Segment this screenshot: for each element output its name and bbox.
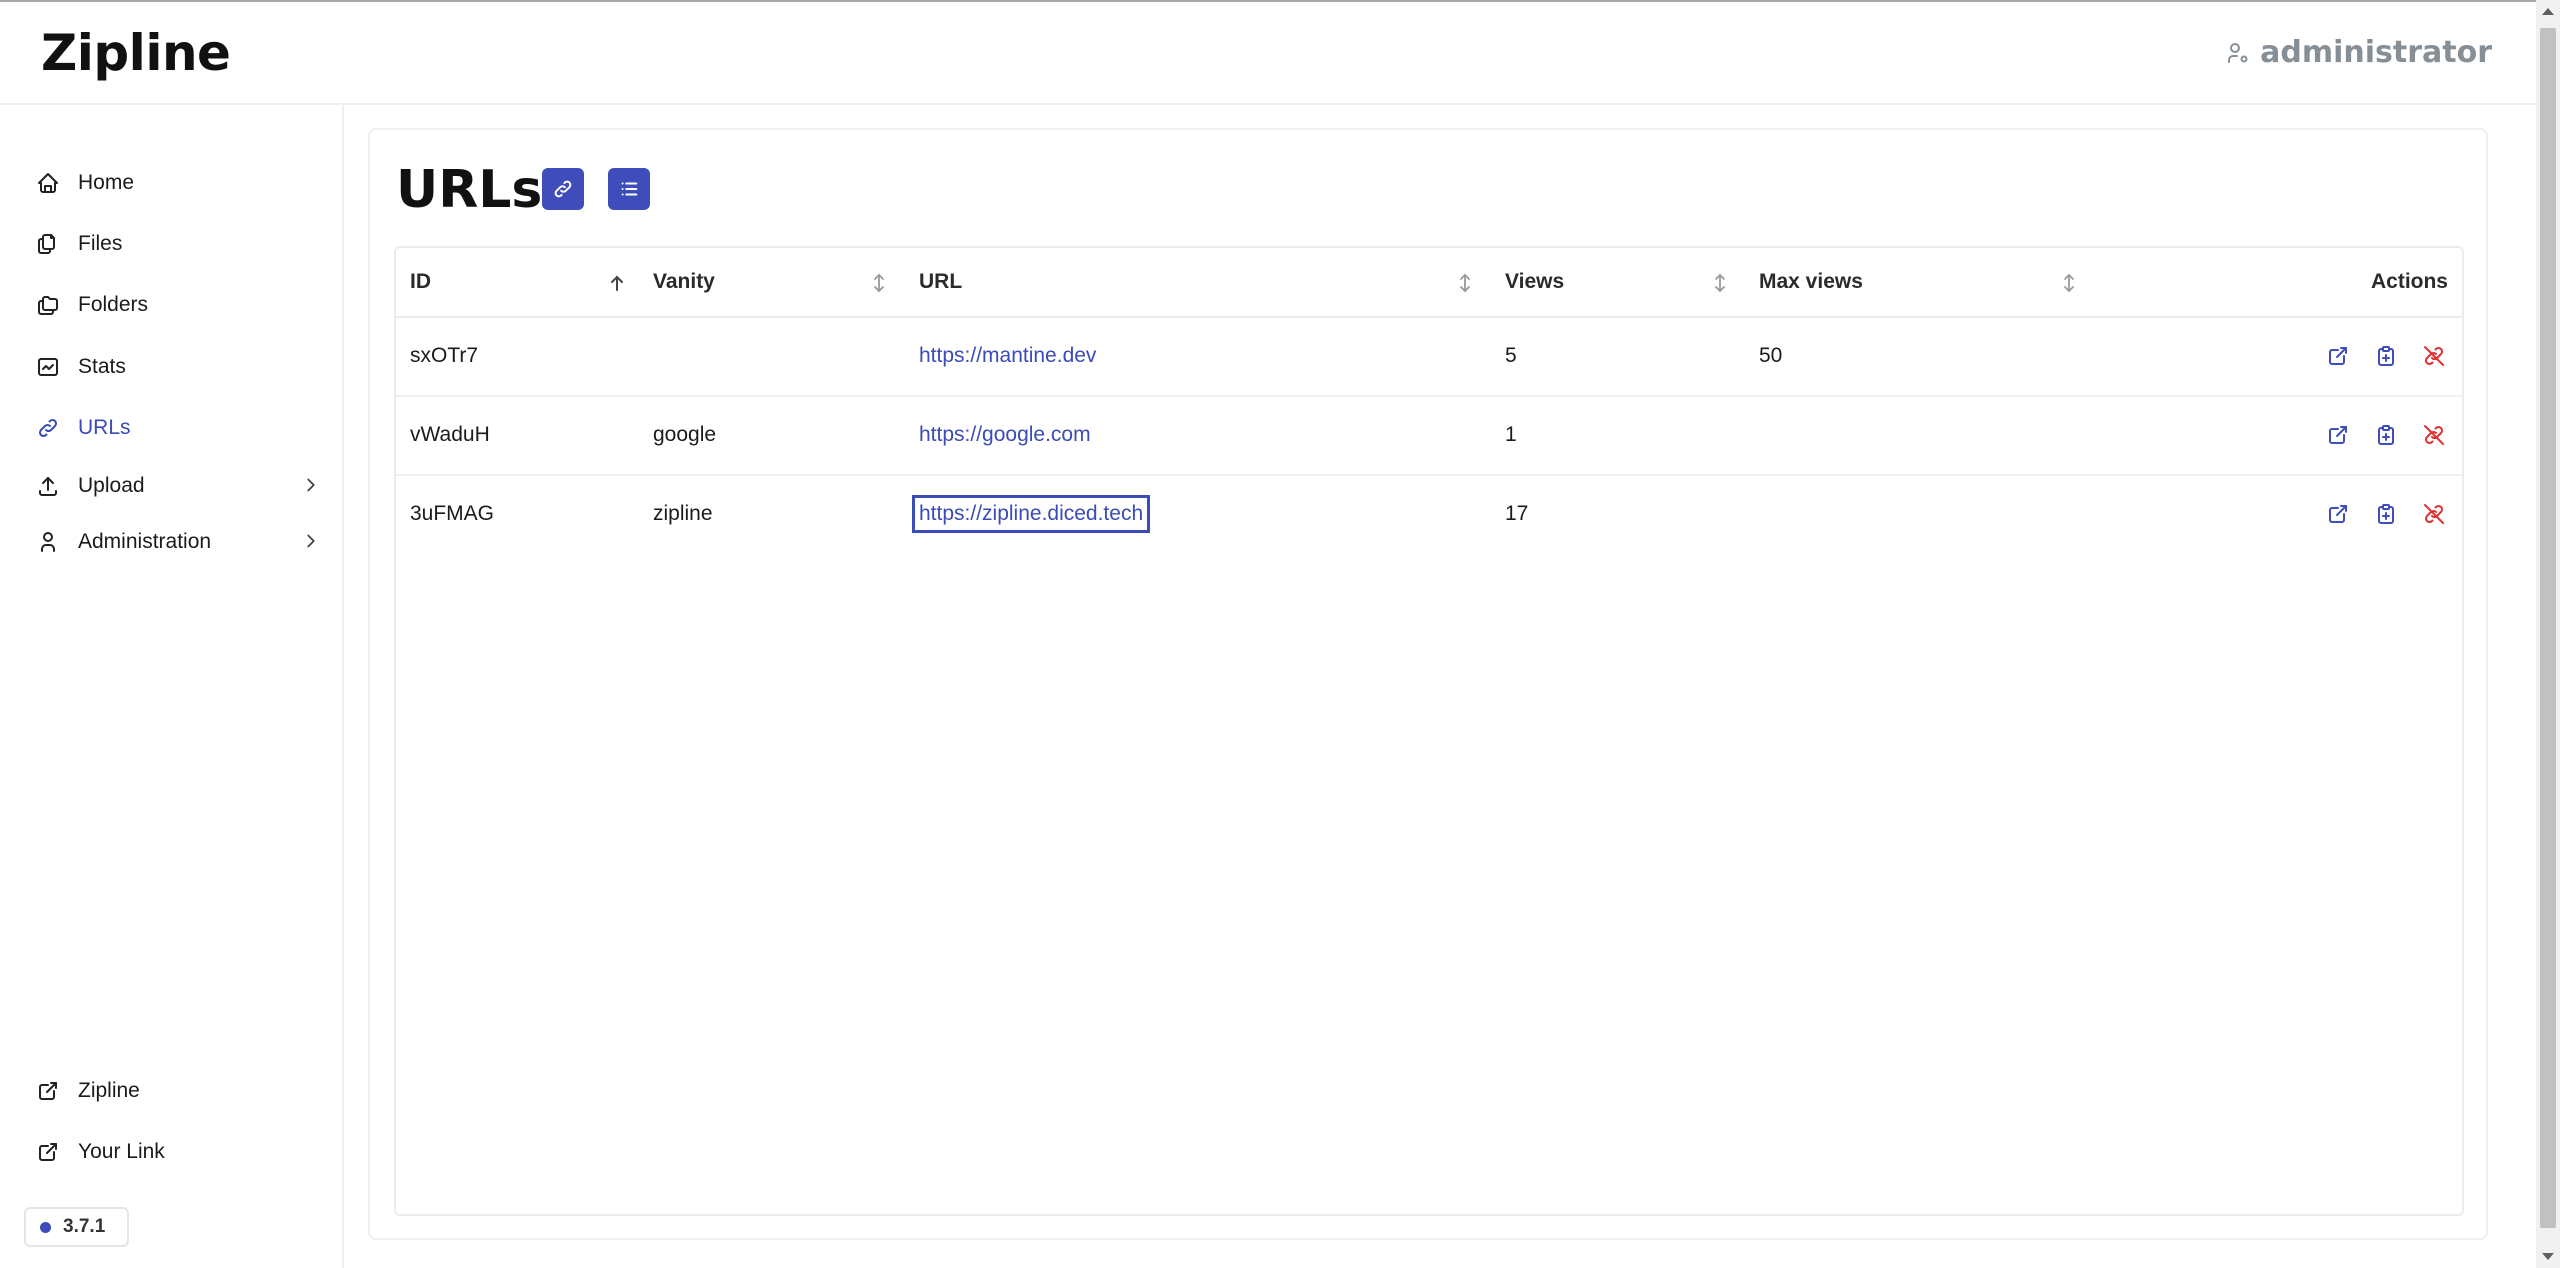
table-row: vWaduH google https://google.com 1 [396,397,2462,476]
sidebar-item-upload[interactable]: Upload [24,458,330,514]
cell-id: sxOTr7 [410,344,479,367]
sidebar-item-label: URLs [78,416,131,439]
list-icon [621,182,638,196]
external-link-icon [39,1143,57,1161]
copy-icon[interactable] [2374,344,2398,368]
arrow-up-icon[interactable] [608,272,626,294]
external-link-icon [39,1082,57,1100]
sort-icon[interactable] [870,272,888,294]
sidebar-item-label: Files [78,232,123,255]
cell-views: 17 [1505,502,1529,525]
sidebar-link-label: Your Link [78,1140,165,1163]
open-external-icon[interactable] [2326,423,2350,447]
version-text: 3.7.1 [63,1216,106,1237]
sidebar-link-zipline[interactable]: Zipline [24,1063,330,1119]
sidebar-item-files[interactable]: Files [24,216,330,272]
version-badge: 3.7.1 [24,1207,129,1247]
page-scrollbar[interactable] [2536,0,2560,1268]
link-icon [554,180,572,198]
files-icon [38,234,55,254]
chevron-right-icon [307,534,315,548]
cell-max-views: 50 [1759,344,1783,367]
column-header-views[interactable]: Views [1505,270,1564,294]
sidebar-link-your-link[interactable]: Your Link [24,1124,330,1180]
copy-icon[interactable] [2374,502,2398,526]
delete-link-icon[interactable] [2422,344,2446,368]
sidebar-item-home[interactable]: Home [24,155,330,211]
upload-icon [39,477,57,496]
status-dot [40,1221,51,1233]
stats-icon [38,358,58,376]
column-header-id[interactable]: ID [410,270,431,294]
column-header-max-views[interactable]: Max views [1759,270,1863,294]
user-settings-icon [2228,42,2248,63]
sidebar-item-label: Administration [78,530,212,553]
cell-vanity: zipline [653,502,713,525]
cell-url-link[interactable]: https://mantine.dev [919,344,1096,368]
copy-icon[interactable] [2374,423,2398,447]
urls-table: ID Vanity URL Views Max views Actions sx… [394,246,2464,1216]
cell-id: vWaduH [410,423,490,446]
user-menu[interactable]: administrator [2226,35,2492,70]
sidebar-item-stats[interactable]: Stats [24,339,330,395]
cell-id: 3uFMAG [410,502,495,525]
cell-vanity: google [653,423,717,446]
cell-url-link[interactable]: https://google.com [919,423,1091,447]
sidebar-item-urls[interactable]: URLs [24,400,330,456]
username: administrator [2260,35,2492,70]
home-icon [38,173,58,193]
app-root: Zipline administrator Home Files Folders… [0,0,2560,1268]
main-card: URLs ID Vanity URL Views Max views Actio… [368,128,2488,1240]
column-header-actions: Actions [2370,270,2448,293]
sidebar-item-label: Folders [78,293,149,316]
table-header: ID Vanity URL Views Max views Actions [396,248,2462,318]
cell-views: 1 [1505,423,1517,446]
folders-icon [38,296,58,315]
sort-icon[interactable] [1456,272,1474,294]
column-header-url[interactable]: URL [919,270,962,294]
page-title: URLs [396,160,543,220]
sort-icon[interactable] [1711,272,1729,294]
sidebar-item-label: Stats [78,355,126,378]
cell-url-link[interactable]: https://zipline.diced.tech [911,495,1151,533]
cell-views: 5 [1505,344,1517,367]
scroll-up-arrow-icon[interactable] [2542,8,2554,15]
delete-link-icon[interactable] [2422,423,2446,447]
open-external-icon[interactable] [2326,344,2350,368]
sidebar-item-folders[interactable]: Folders [24,277,330,333]
scrollbar-thumb[interactable] [2540,28,2556,1228]
table-row: sxOTr7 https://mantine.dev 5 50 [396,318,2462,397]
column-header-vanity[interactable]: Vanity [653,270,715,294]
user-icon [41,532,55,552]
scroll-down-arrow-icon[interactable] [2542,1253,2554,1260]
table-row: 3uFMAG zipline https://zipline.diced.tec… [396,476,2462,555]
list-view-button[interactable] [608,168,650,210]
delete-link-icon[interactable] [2422,502,2446,526]
header: Zipline administrator [0,2,2536,105]
app-logo[interactable]: Zipline [41,24,231,82]
open-external-icon[interactable] [2326,502,2350,526]
sidebar-link-label: Zipline [78,1079,140,1102]
link-icon [38,418,58,438]
sidebar-item-administration[interactable]: Administration [24,514,330,570]
sidebar-item-label: Upload [78,474,145,497]
shorten-url-button[interactable] [542,168,584,210]
sidebar-item-label: Home [78,171,135,194]
sort-icon[interactable] [2060,272,2078,294]
chevron-right-icon [307,478,315,492]
sidebar: Home Files Folders Stats URLs Upload Adm… [0,105,344,1268]
